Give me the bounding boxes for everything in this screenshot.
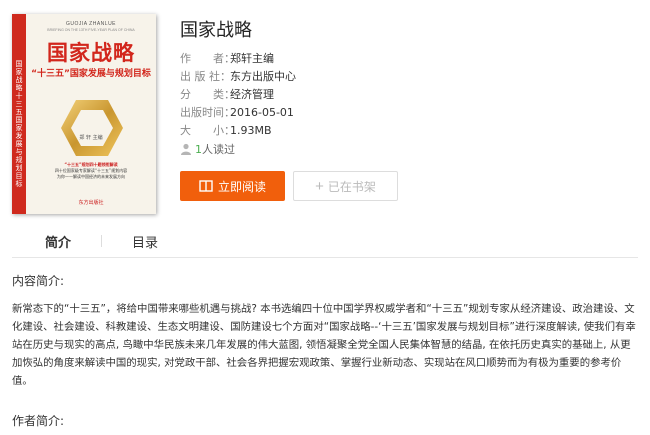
cover-editor: 郑 轩 主编 bbox=[79, 135, 103, 141]
cover-title: 国家战略 bbox=[47, 40, 135, 65]
cover-publisher: 东方出版社 bbox=[78, 200, 104, 206]
detail-tabs: 简介 目录 bbox=[12, 226, 638, 258]
intro-text: 新常态下的“十三五”，将给中国带来哪些机遇与挑战? 本书选编四十位中国学界权威学… bbox=[12, 303, 636, 387]
author-link[interactable]: 郑轩主编 bbox=[230, 52, 274, 65]
tab-intro[interactable]: 简介 bbox=[45, 232, 71, 251]
author-heading: 作者简介: bbox=[12, 414, 65, 428]
cover-blurb-line: 为你——解读中国经济的未来发展方向 bbox=[57, 174, 125, 179]
cover-pinyin: GUOJIA ZHANLUE bbox=[65, 21, 117, 27]
meta-row-publisher: 出 版 社：东方出版中心 bbox=[180, 68, 296, 86]
readers-number: 1 bbox=[195, 143, 202, 156]
meta-label: 大 小： bbox=[180, 124, 235, 137]
cover-pinyin-sub: BRIEFING ON THE 13TH FIVE-YEAR PLAN OF C… bbox=[47, 28, 135, 32]
readers-count: 1人读过 bbox=[180, 142, 235, 158]
on-shelf-label: 已在书架 bbox=[327, 179, 376, 194]
read-now-label: 立即阅读 bbox=[217, 179, 266, 194]
cover-body: GUOJIA ZHANLUE BRIEFING ON THE 13TH FIVE… bbox=[26, 14, 156, 214]
book-meta: 作 者：郑轩主编 出 版 社：东方出版中心 分 类：经济管理 出版时间：2016… bbox=[180, 50, 296, 140]
on-shelf-button[interactable]: + 已在书架 bbox=[293, 171, 398, 201]
open-book-icon bbox=[199, 180, 213, 192]
book-cover[interactable]: 国家战略十三五国家发展与规划目标 GUOJIA ZHANLUE BRIEFING… bbox=[12, 14, 156, 214]
cover-gold-hexagon-icon bbox=[61, 100, 123, 156]
person-icon bbox=[181, 143, 191, 155]
cover-spine-text: 国家战略十三五国家发展与规划目标 bbox=[15, 60, 23, 188]
cover-blurb: “十三五”规划四十题领衔解读 四十位国家级专家解读“十三五”规划内容 为你——解… bbox=[34, 162, 148, 180]
meta-row-date: 出版时间：2016-05-01 bbox=[180, 104, 296, 122]
publisher-link[interactable]: 东方出版中心 bbox=[230, 70, 296, 83]
tab-divider bbox=[101, 235, 102, 247]
plus-icon: + bbox=[315, 177, 324, 195]
read-now-button[interactable]: 立即阅读 bbox=[180, 171, 285, 201]
book-title: 国家战略 bbox=[180, 20, 252, 41]
meta-label: 出 版 社： bbox=[180, 70, 231, 83]
category-link[interactable]: 经济管理 bbox=[230, 88, 274, 101]
file-size: 1.93MB bbox=[230, 124, 272, 137]
meta-row-size: 大 小：1.93MB bbox=[180, 122, 296, 140]
tab-toc[interactable]: 目录 bbox=[132, 232, 158, 251]
publish-date: 2016-05-01 bbox=[230, 106, 294, 119]
cover-subtitle: “十三五”国家发展与规划目标 bbox=[31, 69, 151, 79]
intro-heading: 内容简介: bbox=[12, 274, 65, 288]
meta-row-author: 作 者：郑轩主编 bbox=[180, 50, 296, 68]
meta-row-category: 分 类：经济管理 bbox=[180, 86, 296, 104]
readers-suffix: 人读过 bbox=[202, 143, 235, 156]
meta-label: 分 类： bbox=[180, 88, 235, 101]
meta-label: 出版时间： bbox=[180, 106, 235, 119]
cover-spine: 国家战略十三五国家发展与规划目标 bbox=[12, 14, 26, 214]
meta-label: 作 者： bbox=[180, 52, 235, 65]
